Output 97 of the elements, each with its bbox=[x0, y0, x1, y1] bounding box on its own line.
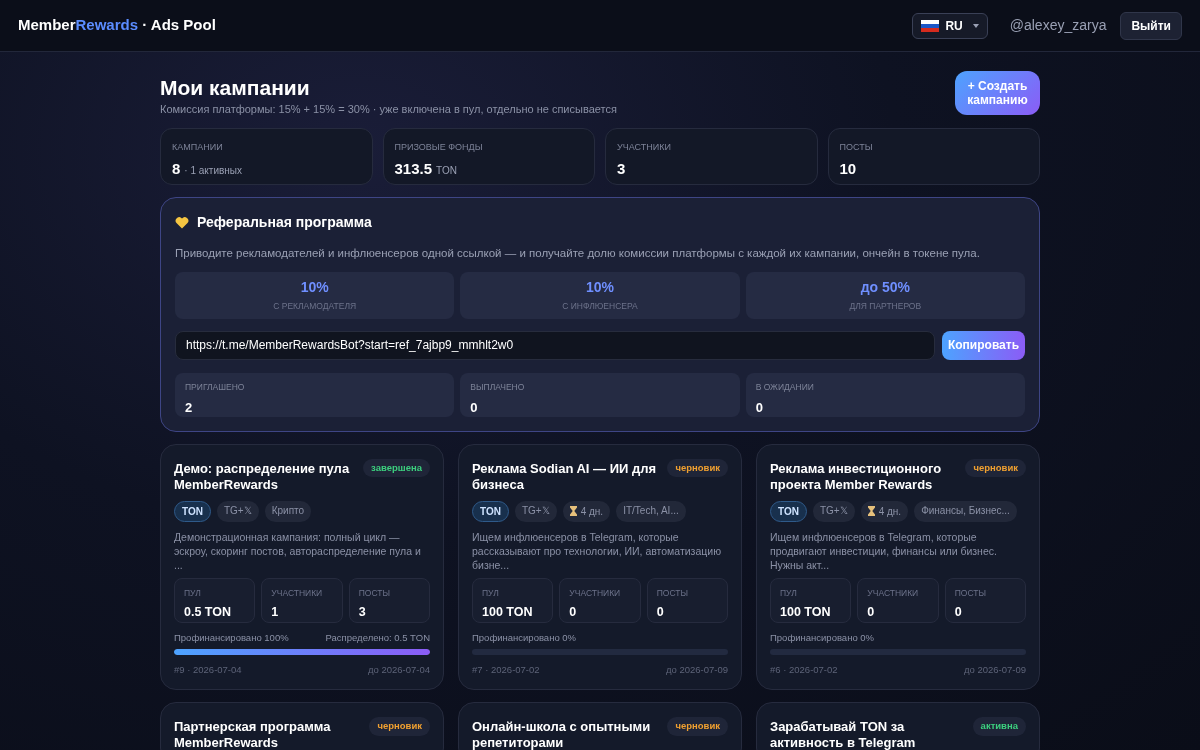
distributed-text: Распределено: 0.5 TON bbox=[325, 630, 430, 645]
campaign-title: Реклама Sodian AI — ИИ для бизнеса bbox=[472, 460, 658, 493]
referral-link-field[interactable]: https://t.me/MemberRewardsBot?start=ref_7ajbp9_mmhlt2w0 bbox=[175, 330, 935, 360]
language-select[interactable]: RU bbox=[912, 12, 988, 39]
campaign-deadline: до 2026-07-04 bbox=[367, 663, 430, 677]
status-badge: завершена bbox=[363, 458, 430, 477]
tag: TG+𝕏 bbox=[216, 500, 259, 522]
flag-icon bbox=[921, 19, 940, 32]
metric-value: 0 bbox=[954, 603, 963, 621]
campaign-description: Ищем инфлюенсеров в Telegram, которые рассказывают про технологии, ИИ, автоматизацию бизне... bbox=[472, 529, 723, 572]
campaign-id-date: #9 · 2026-07-04 bbox=[174, 663, 242, 677]
funded-text: Профинансировано 0% bbox=[770, 630, 875, 645]
campaign-id-date: #7 · 2026-07-02 bbox=[472, 663, 540, 677]
total-value: 0 bbox=[470, 398, 479, 417]
status-badge: черновик bbox=[369, 717, 430, 736]
page-subtitle: Комиссия платформы: 15% + 15% = 30% · уже включена в пул, отдельно не списывается bbox=[160, 102, 617, 117]
stat-label: ПОСТЫ bbox=[839, 140, 874, 154]
rate-label: С РЕКЛАМОДАТЕЛЯ bbox=[273, 300, 357, 314]
metric-label: ПОСТЫ bbox=[656, 586, 689, 600]
metric-value: 0 bbox=[656, 603, 665, 621]
rate-value: 10% bbox=[585, 278, 614, 298]
campaign-deadline: до 2026-07-09 bbox=[665, 663, 728, 677]
metric-label: ПУЛ bbox=[184, 586, 202, 600]
logout-button[interactable]: Выйти bbox=[1120, 11, 1182, 40]
tag: Крипто bbox=[264, 500, 312, 522]
rate-label: С ИНФЛЮЕНСЕРА bbox=[562, 300, 638, 314]
stat-label: УЧАСТНИКИ bbox=[617, 140, 672, 154]
total-value: 2 bbox=[185, 398, 194, 417]
metric-value: 100 TON bbox=[780, 603, 832, 621]
referral-title: Реферальная программа bbox=[197, 212, 372, 232]
stat-label: КАМПАНИИ bbox=[172, 140, 224, 154]
metric-label: ПУЛ bbox=[482, 586, 500, 600]
stat-note: · 1 активных bbox=[184, 164, 243, 178]
token-tag: TON bbox=[472, 500, 509, 522]
status-badge: черновик bbox=[667, 717, 728, 736]
hourglass-icon bbox=[867, 506, 875, 517]
campaign-card[interactable]: Партнерская программа MemberRewards черновик bbox=[160, 702, 444, 750]
tag: TG+𝕏 bbox=[812, 500, 855, 522]
metric-value: 0.5 TON bbox=[184, 603, 232, 621]
rate-value: до 50% bbox=[860, 278, 910, 298]
tag: IT/Tech, AI... bbox=[616, 500, 686, 522]
status-badge: активна bbox=[972, 717, 1026, 736]
campaign-card[interactable]: Онлайн-школа с опытными репетиторами черновик bbox=[458, 702, 742, 750]
metric-value: 1 bbox=[271, 603, 280, 621]
funded-text: Профинансировано 0% bbox=[472, 630, 577, 645]
hourglass-icon bbox=[569, 506, 577, 517]
campaign-title: Демо: распределение пула MemberRewards bbox=[174, 460, 351, 493]
campaign-title: Партнерская программа MemberRewards bbox=[174, 719, 332, 750]
tag: Финансы, Бизнес... bbox=[914, 500, 1017, 522]
brand-logo[interactable]: MemberRewards · Ads Pool bbox=[18, 14, 216, 37]
referral-description: Приводите рекламодателей и инфлюенсеров одной ссылкой — и получайте долю комиссии платформы с каждой их кампании, ончейн в токене пула. bbox=[175, 245, 981, 261]
campaign-card[interactable] bbox=[458, 443, 742, 691]
metric-value: 3 bbox=[358, 603, 367, 621]
create-campaign-button[interactable]: + Создать кампанию bbox=[955, 71, 1040, 115]
metric-label: ПОСТЫ bbox=[358, 586, 391, 600]
campaign-deadline: до 2026-07-09 bbox=[963, 663, 1026, 677]
stat-label: ПРИЗОВЫЕ ФОНДЫ bbox=[394, 140, 484, 154]
duration-text: 4 дн. bbox=[580, 504, 604, 519]
metric-value: 0 bbox=[569, 603, 578, 621]
campaign-description: Демонстрационная кампания: полный цикл — эскроу, скоринг постов, автораспределение пула и ... bbox=[174, 529, 422, 572]
campaign-title: Онлайн-школа с опытными репетиторами bbox=[472, 719, 652, 750]
rate-label: ДЛЯ ПАРТНЕРОВ bbox=[849, 300, 922, 314]
status-badge: черновик bbox=[667, 458, 728, 477]
metric-label: ПУЛ bbox=[780, 586, 798, 600]
stat-value: 10 bbox=[839, 159, 857, 179]
metric-label: УЧАСТНИКИ bbox=[867, 586, 920, 600]
metric-label: ПОСТЫ bbox=[954, 586, 987, 600]
heart-icon bbox=[175, 215, 189, 229]
page-title: Мои кампании bbox=[160, 75, 311, 101]
username: @alexey_zarya bbox=[1009, 16, 1107, 35]
metric-label: УЧАСТНИКИ bbox=[569, 586, 622, 600]
campaign-title: Реклама инвестиционного проекта Member Rewards bbox=[770, 460, 943, 493]
campaign-title: Зарабатывай TON за активность в Telegram bbox=[770, 719, 917, 750]
metric-value: 0 bbox=[867, 603, 876, 621]
campaign-card[interactable] bbox=[160, 443, 444, 691]
total-label: ПРИГЛАШЕНО bbox=[185, 380, 246, 394]
token-tag: TON bbox=[770, 500, 807, 522]
caret-icon bbox=[972, 23, 979, 28]
campaign-card[interactable]: Зарабатывай TON за активность в Telegram активна bbox=[756, 702, 1040, 750]
stat-note: TON bbox=[436, 164, 457, 178]
campaign-card[interactable] bbox=[756, 443, 1040, 691]
rate-value: 10% bbox=[300, 278, 329, 298]
duration-text: 4 дн. bbox=[878, 504, 902, 519]
stat-value: 8 bbox=[172, 159, 181, 179]
status-badge: черновик bbox=[965, 458, 1026, 477]
funded-text: Профинансировано 100% bbox=[174, 630, 289, 645]
stat-value: 313.5 bbox=[394, 159, 433, 179]
metric-value: 100 TON bbox=[482, 603, 534, 621]
tag: TG+𝕏 bbox=[514, 500, 557, 522]
stat-value: 3 bbox=[617, 159, 626, 179]
total-value: 0 bbox=[755, 398, 764, 417]
total-label: ВЫПЛАЧЕНО bbox=[470, 380, 526, 394]
campaign-id-date: #6 · 2026-07-02 bbox=[770, 663, 838, 677]
campaign-description: Ищем инфлюенсеров в Telegram, которые продвигают инвестиции, финансы или бизнес. Нужны акт... bbox=[770, 529, 998, 572]
metric-label: УЧАСТНИКИ bbox=[271, 586, 324, 600]
token-tag: TON bbox=[174, 500, 211, 522]
total-label: В ОЖИДАНИИ bbox=[755, 380, 815, 394]
